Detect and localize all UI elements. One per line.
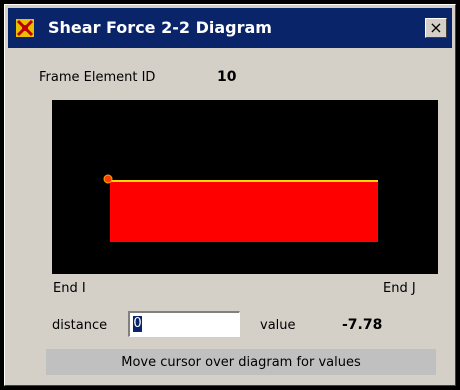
end-i-label: End I [53, 281, 86, 296]
distance-input[interactable] [128, 311, 240, 337]
app-logo-icon [16, 19, 34, 37]
frame-element-id: 10 [217, 69, 237, 85]
close-icon: × [429, 18, 443, 37]
title-bar[interactable]: Shear Force 2-2 Diagram × [8, 8, 452, 48]
distance-label: distance [52, 318, 108, 333]
status-message: Move cursor over diagram for values [46, 349, 436, 375]
shear-diagram-canvas[interactable] [52, 100, 438, 274]
window-title: Shear Force 2-2 Diagram [48, 18, 272, 37]
frame-element-label: Frame Element ID [39, 70, 156, 85]
close-button[interactable]: × [425, 18, 447, 38]
shear-diagram-svg[interactable] [52, 100, 438, 274]
cursor-marker [103, 174, 113, 184]
dialog-window: Shear Force 2-2 Diagram × Frame Element … [4, 4, 456, 386]
shear-diagram-fill[interactable] [110, 181, 378, 242]
end-j-label: End J [383, 281, 416, 296]
shear-value: -7.78 [342, 317, 383, 333]
value-label: value [260, 318, 296, 333]
dialog-content: Frame Element ID 10 End I End J distance… [8, 48, 452, 382]
